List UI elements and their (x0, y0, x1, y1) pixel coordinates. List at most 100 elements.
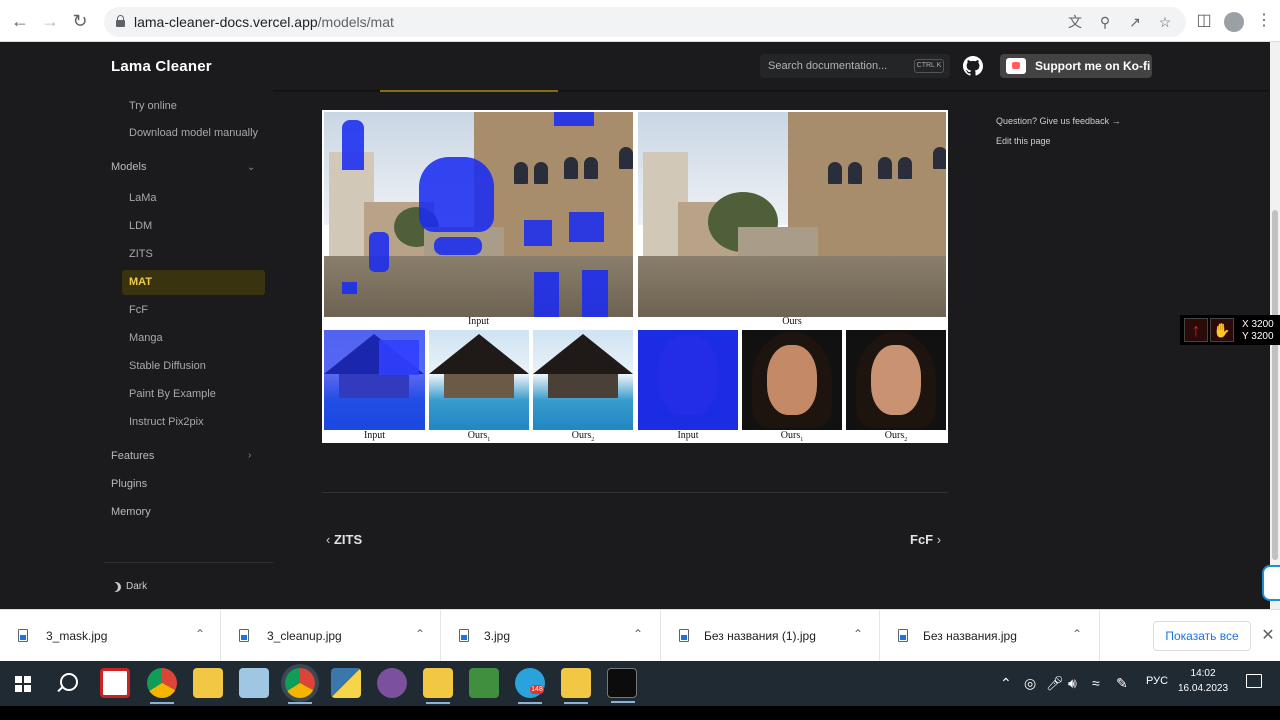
caption-input-face: Input (677, 430, 699, 441)
sidebar-item-download-model[interactable]: Download model manually (129, 127, 258, 139)
folder-app-icon[interactable] (423, 668, 453, 704)
image-file-icon (898, 629, 908, 642)
profile-avatar-icon[interactable] (1224, 12, 1244, 32)
sidebar-item-lama[interactable]: LaMa (129, 192, 157, 204)
address-bar[interactable]: lama-cleaner-docs.vercel.app/models/mat … (104, 7, 1186, 37)
chevron-up-tray-icon[interactable]: ⌃ (1000, 675, 1012, 691)
download-item[interactable]: Без названия (1).jpg ⌃ (661, 610, 880, 662)
browser-menu-icon[interactable]: ⋮ (1254, 11, 1274, 31)
sidebar-item-mat[interactable]: MAT (129, 276, 152, 288)
input-house-image (324, 330, 425, 430)
chevron-up-icon[interactable]: ⌃ (631, 627, 645, 641)
chrome-active-app-icon[interactable] (285, 668, 315, 704)
sidebar-item-ldm[interactable]: LDM (129, 220, 152, 232)
side-panel-icon[interactable]: ◫ (1194, 11, 1214, 31)
chevron-up-icon[interactable]: ⌃ (193, 627, 207, 641)
volume-tray-icon[interactable]: 🔊︎ (1068, 675, 1077, 691)
download-item[interactable]: Без названия.jpg ⌃ (880, 610, 1100, 662)
sidebar-item-fcf[interactable]: FcF (129, 304, 148, 316)
language-indicator[interactable]: РУС (1146, 675, 1168, 687)
edit-page-link[interactable]: Edit this page (996, 136, 1051, 146)
input-face-image (638, 330, 738, 430)
image-file-icon (459, 629, 469, 642)
chrome-app-icon[interactable] (147, 668, 177, 704)
share-icon[interactable]: ↗ (1126, 13, 1144, 31)
edge-sidebar-widget-icon[interactable] (1262, 565, 1280, 601)
reload-icon[interactable]: ↻ (70, 11, 90, 31)
site-brand[interactable]: Lama Cleaner (111, 58, 212, 75)
sidebar-item-try-online[interactable]: Try online (129, 100, 177, 112)
close-icon[interactable]: ✕ (1260, 628, 1276, 644)
feedback-link[interactable]: Question? Give us feedback → (996, 116, 1121, 126)
sidebar-item-zits[interactable]: ZITS (129, 248, 153, 260)
caption-ours1-face: Ours1 (780, 430, 804, 443)
bookmark-star-icon[interactable]: ☆ (1156, 13, 1174, 31)
search-placeholder: Search documentation... (768, 60, 888, 72)
download-filename: 3.jpg (484, 629, 511, 643)
docs-sidebar: Try online Download model manually Model… (0, 90, 273, 609)
terminal-app-icon[interactable] (607, 668, 637, 703)
notes-app-icon[interactable] (239, 668, 269, 698)
clock-time: 14:02 (1190, 668, 1216, 679)
chevron-up-icon[interactable]: ⌃ (851, 627, 865, 641)
screen-bottom-bar (0, 706, 1280, 720)
media-player-app-icon[interactable] (100, 668, 130, 698)
download-item[interactable]: 3.jpg ⌃ (441, 610, 661, 662)
chevron-right-icon: › (933, 532, 942, 547)
sidebar-item-memory[interactable]: Memory (111, 506, 151, 518)
content-divider (322, 492, 948, 493)
pen-tray-icon[interactable]: ✎ (1116, 675, 1128, 691)
viber-app-icon[interactable] (377, 668, 407, 698)
partial-link-underline (380, 90, 558, 92)
sidebar-category-models[interactable]: Models (111, 161, 146, 173)
github-icon[interactable] (963, 56, 983, 76)
network-tray-icon[interactable]: ≈ (1092, 675, 1100, 691)
theme-toggle-label[interactable]: Dark (126, 581, 147, 592)
mat-results-figure: Input Ours Input Ours1 Ours2 Input Ours1… (322, 110, 948, 443)
sidebar-category-features[interactable]: Features (111, 450, 154, 462)
camera-tray-icon[interactable]: ◎ (1024, 675, 1036, 691)
chevron-up-icon[interactable]: ⌃ (1070, 627, 1084, 641)
windows-start-icon[interactable] (15, 676, 31, 692)
downloads-bar: 3_mask.jpg ⌃ 3_cleanup.jpg ⌃ 3.jpg ⌃ Без… (0, 609, 1280, 662)
show-all-downloads-button[interactable]: Показать все (1153, 621, 1251, 651)
lock-icon (116, 15, 125, 27)
download-item[interactable]: 3_mask.jpg ⌃ (0, 610, 221, 662)
url-domain: lama-cleaner-docs.vercel.app (134, 14, 318, 30)
notification-center-icon[interactable] (1246, 674, 1262, 688)
hand-icon: ✋ (1210, 318, 1234, 342)
input-building-image (324, 112, 633, 317)
back-icon[interactable]: ← (10, 11, 30, 31)
url-text[interactable]: lama-cleaner-docs.vercel.app/models/mat (134, 14, 394, 30)
telegram-unread-badge: 148 (530, 685, 544, 694)
file-explorer-app-icon[interactable] (193, 668, 223, 698)
microphone-tray-icon[interactable]: 🎤︎ (1046, 675, 1064, 691)
next-page-link[interactable]: FcF › (910, 532, 941, 547)
forward-icon[interactable]: → (40, 11, 60, 31)
sidebar-item-manga[interactable]: Manga (129, 332, 163, 344)
translate-icon[interactable]: 文 (1066, 13, 1084, 31)
taskbar-search-icon[interactable] (60, 673, 78, 691)
download-filename: Без названия (1).jpg (704, 629, 816, 643)
search-input[interactable]: Search documentation... CTRL K (760, 54, 950, 78)
caption-ours2-face: Ours2 (884, 430, 908, 443)
notepad-app-icon[interactable] (469, 668, 499, 698)
chevron-up-icon[interactable]: ⌃ (413, 627, 427, 641)
sidebar-item-stable-diffusion[interactable]: Stable Diffusion (129, 360, 206, 372)
sidebar-item-paint-by-example[interactable]: Paint By Example (129, 388, 216, 400)
python-app-icon[interactable] (331, 668, 361, 698)
chevron-down-icon[interactable]: ⌄ (247, 163, 257, 173)
sidebar-item-instruct-pix2pix[interactable]: Instruct Pix2pix (129, 416, 204, 428)
sidebar-divider (104, 562, 273, 563)
sidebar-item-plugins[interactable]: Plugins (111, 478, 147, 490)
chevron-right-icon[interactable]: › (248, 451, 258, 461)
scrollbar-thumb[interactable] (1272, 210, 1278, 560)
zoom-icon[interactable]: ⚲ (1096, 13, 1114, 31)
system-clock[interactable]: 14:02 16.04.2023 (1178, 666, 1228, 696)
folder2-app-icon[interactable] (561, 668, 591, 704)
moon-icon[interactable] (111, 582, 121, 592)
prev-page-link[interactable]: ‹ ZITS (326, 532, 362, 547)
download-item[interactable]: 3_cleanup.jpg ⌃ (221, 610, 441, 662)
kofi-support-button[interactable]: Support me on Ko-fi (1000, 54, 1152, 78)
image-file-icon (239, 629, 249, 642)
